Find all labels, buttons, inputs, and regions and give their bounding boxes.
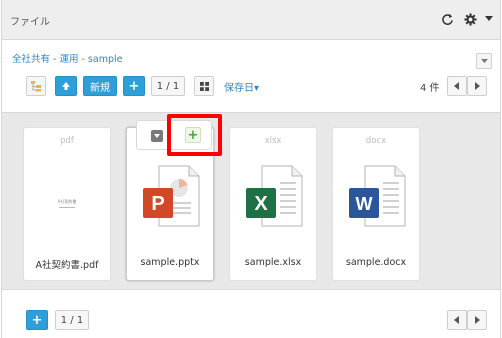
highlight-box [167,114,222,156]
tree-view-button[interactable] [26,76,46,96]
arrow-up-icon [62,82,70,90]
file-extension: docx [365,136,387,146]
up-folder-button[interactable] [55,76,77,96]
breadcrumb-path[interactable]: 全社共有 - 運用 - sample [12,54,122,65]
file-grid: pdf A社契約書 A社契約書.pdf P sample.pptx xlsx X… [2,112,500,290]
file-panel: ファイル 全社共有 - 運用 - sample 新規 + 1 / 1 保存日▾ … [1,0,501,338]
gear-icon[interactable] [461,9,479,29]
chevron-left-icon [454,82,459,90]
svg-text:W: W [356,194,373,214]
new-button[interactable]: 新規 [83,76,117,96]
footer-next-page-button[interactable] [467,310,487,330]
page-indicator: 1 / 1 [151,76,185,96]
breadcrumb-dropdown-button[interactable] [476,53,492,69]
refresh-icon[interactable] [438,9,456,29]
excel-file-icon: X [246,165,303,227]
next-page-button[interactable] [467,76,487,96]
item-count: 4 件 [420,83,440,94]
footer-add-button[interactable]: + [26,310,48,330]
file-name[interactable]: A社契約書.pdf [24,257,110,271]
caret-down-icon [154,134,160,138]
word-file-icon: W [349,165,406,227]
chevron-left-icon [454,316,459,324]
chevron-right-icon [475,82,480,90]
file-card-docx[interactable]: docx W sample.docx [332,127,420,281]
sort-dropdown[interactable]: 保存日▾ [224,79,259,94]
prev-page-button[interactable] [447,76,467,96]
title-bar: ファイル [2,0,500,40]
grid-icon [199,81,209,91]
powerpoint-file-icon: P [143,165,200,227]
file-extension: xlsx [264,136,282,146]
chevron-right-icon [475,316,480,324]
pdf-preview-title: A社契約書 [57,199,77,204]
file-extension: pdf [60,136,74,146]
pdf-preview-thumbnail: A社契約書 [24,199,110,208]
caret-down-icon[interactable] [480,9,498,29]
footer-prev-page-button[interactable] [447,310,467,330]
svg-text:P: P [151,193,164,215]
file-name[interactable]: sample.pptx [127,257,213,268]
file-card-xlsx[interactable]: xlsx X sample.xlsx [229,127,317,281]
folder-tree-icon [31,81,41,92]
file-name[interactable]: sample.xlsx [230,257,316,268]
file-card-pdf[interactable]: pdf A社契約書 A社契約書.pdf [23,127,111,281]
footer-page-indicator: 1 / 1 [55,310,89,330]
add-button[interactable]: + [123,76,145,96]
file-menu-button[interactable] [151,130,163,142]
svg-text:X: X [254,193,268,215]
file-name[interactable]: sample.docx [333,257,419,268]
panel-title: ファイル [10,17,50,28]
grid-view-button[interactable] [194,76,214,96]
breadcrumb[interactable]: 全社共有 - 運用 - sample [12,51,122,65]
